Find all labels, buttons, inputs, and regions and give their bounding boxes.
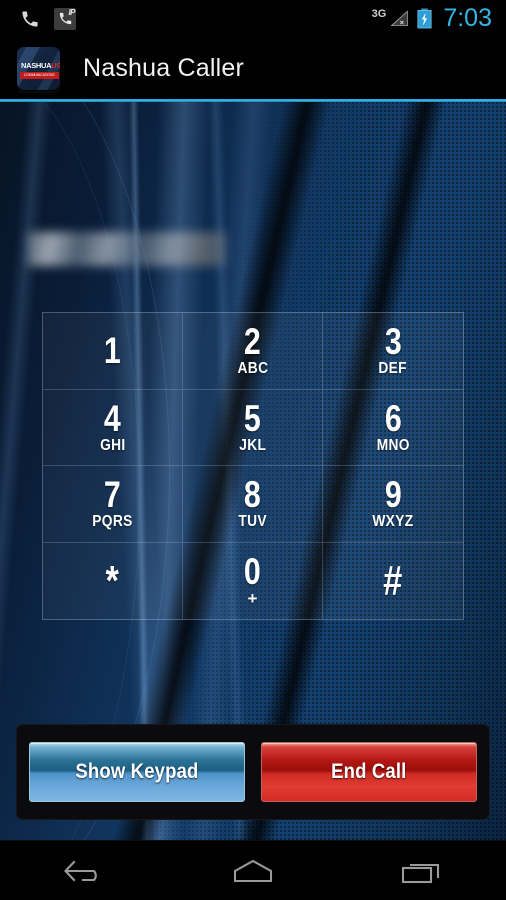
app-icon-brand-accent: USA <box>51 60 61 70</box>
keypad-key-1[interactable]: 1 <box>43 313 183 390</box>
keypad-letters: GHI <box>99 436 126 454</box>
battery-charging-icon <box>417 8 432 29</box>
keypad-key-star[interactable]: * <box>43 542 183 619</box>
keypad-letters: PQRS <box>92 513 133 531</box>
keypad-key-2[interactable]: 2 ABC <box>183 313 323 390</box>
keypad-digit: 3 <box>384 321 402 363</box>
nav-back-button[interactable] <box>39 846 129 896</box>
status-bar-notifications: IP <box>10 7 76 30</box>
status-bar-system-icons: 3G 7:03 <box>372 6 496 31</box>
ip-call-icon: IP <box>54 7 76 30</box>
keypad-key-0[interactable]: 0 + <box>183 542 323 619</box>
keypad-key-5[interactable]: 5 JKL <box>183 389 323 466</box>
nashua-app-icon: NASHUAUSA COMMUNICATIONS <box>16 45 61 91</box>
keypad-letters: MNO <box>376 436 410 454</box>
keypad-digit: 4 <box>104 397 121 439</box>
keypad-digit: 7 <box>104 474 121 516</box>
home-icon <box>233 859 273 882</box>
back-arrow-icon <box>64 860 98 881</box>
keypad-key-3[interactable]: 3 DEF <box>323 313 463 390</box>
keypad-key-6[interactable]: 6 MNO <box>323 390 463 466</box>
keypad-digit: * <box>105 556 120 604</box>
network-type-label: 3G <box>371 8 387 20</box>
keypad-letters: WXYZ <box>372 513 414 531</box>
keypad-key-4[interactable]: 4 GHI <box>43 389 183 466</box>
keypad-digit: 9 <box>384 474 402 516</box>
keypad-digit: 0 <box>244 551 261 593</box>
keypad-key-7[interactable]: 7 PQRS <box>43 466 183 543</box>
call-action-panel: Show Keypad End Call <box>16 724 490 820</box>
app-icon-tagline-bar: COMMUNICATIONS <box>20 71 59 79</box>
keypad-plus-symbol: + <box>247 589 258 609</box>
recent-apps-icon <box>401 863 439 883</box>
show-keypad-button[interactable]: Show Keypad <box>29 742 245 802</box>
status-bar-clock: 7:03 <box>443 4 492 32</box>
nav-recents-button[interactable] <box>377 846 467 896</box>
dial-keypad[interactable]: 1 2 ABC 3 DEF 4 GHI 5 JKL 6 MNO 7 PQRS 8… <box>42 312 464 620</box>
app-icon-tagline: COMMUNICATIONS <box>24 72 55 77</box>
keypad-letters: DEF <box>378 360 408 378</box>
keypad-digit: 2 <box>244 321 261 363</box>
keypad-key-hash[interactable]: # <box>323 543 463 620</box>
app-icon-brand-text: NASHUA <box>21 60 52 70</box>
keypad-digit: 1 <box>104 330 121 372</box>
end-call-button[interactable]: End Call <box>261 742 477 802</box>
keypad-digit: # <box>383 556 403 604</box>
phone-call-icon <box>22 11 38 26</box>
keypad-digit: 5 <box>244 397 261 439</box>
app-title: Nashua Caller <box>83 53 245 82</box>
app-icon-brand-word: NASHUAUSA <box>21 60 61 70</box>
keypad-digit: 6 <box>384 397 402 439</box>
keypad-letters: JKL <box>238 436 267 454</box>
title-bar-divider <box>0 99 506 102</box>
caller-info-redacted <box>28 232 226 266</box>
keypad-digit: 8 <box>244 474 261 516</box>
status-bar: IP 3G 7:03 <box>0 0 506 37</box>
end-call-label: End Call <box>331 760 407 783</box>
keypad-letters: TUV <box>238 513 267 531</box>
ip-call-label: IP <box>68 7 75 17</box>
keypad-key-8[interactable]: 8 TUV <box>183 466 323 543</box>
keypad-letters: ABC <box>237 360 268 378</box>
android-navigation-bar <box>0 840 506 900</box>
nav-home-button[interactable] <box>208 846 298 896</box>
show-keypad-label: Show Keypad <box>75 760 199 783</box>
app-title-bar: NASHUAUSA COMMUNICATIONS Nashua Caller <box>0 37 506 99</box>
signal-no-service-icon <box>390 10 409 27</box>
keypad-key-9[interactable]: 9 WXYZ <box>323 466 463 543</box>
phone-screen: IP 3G 7:03 NASHUAUSA COMMU <box>0 0 506 900</box>
